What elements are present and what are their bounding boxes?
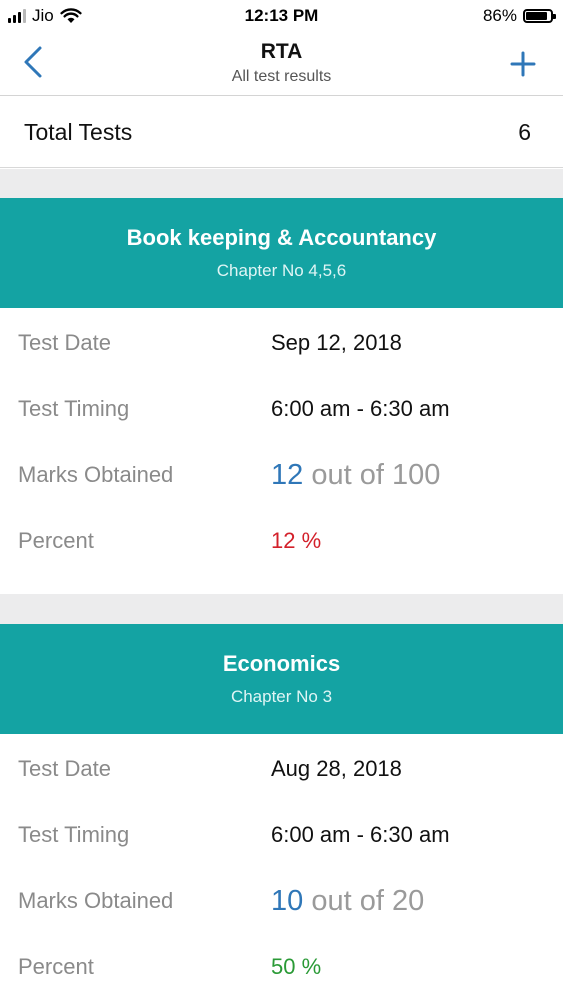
test-date-label: Test Date	[18, 330, 111, 355]
marks-out-of: out of	[311, 885, 384, 917]
test-date-row: Test Date Aug 28, 2018	[0, 734, 563, 800]
test-timing-row: Test Timing 6:00 am - 6:30 am	[0, 374, 563, 440]
navigation-bar: RTA All test results	[0, 34, 563, 96]
test-timing-value: 6:00 am - 6:30 am	[271, 822, 450, 847]
result-card[interactable]: Economics Chapter No 3 Test Date Aug 28,…	[0, 624, 563, 998]
add-button[interactable]	[505, 46, 541, 82]
percent-label: Percent	[18, 954, 94, 979]
percent-label: Percent	[18, 528, 94, 553]
marks-value: 10 out of 20	[271, 885, 424, 918]
total-tests-row: Total Tests 6	[0, 97, 563, 168]
subject-name: Book keeping & Accountancy	[126, 225, 437, 250]
test-date-label: Test Date	[18, 756, 111, 781]
total-tests-label: Total Tests	[24, 119, 133, 145]
percent-value: 12 %	[271, 528, 322, 553]
percent-row: Percent 50 %	[0, 932, 563, 998]
test-timing-value: 6:00 am - 6:30 am	[271, 396, 450, 421]
marks-obtained-row: Marks Obtained 12 out of 100	[0, 440, 563, 506]
test-timing-label: Test Timing	[18, 822, 130, 847]
test-timing-row: Test Timing 6:00 am - 6:30 am	[0, 800, 563, 866]
page-subtitle: All test results	[231, 68, 332, 85]
total-tests-value: 6	[518, 119, 531, 145]
marks-score: 10	[271, 885, 304, 917]
test-date-value: Sep 12, 2018	[271, 330, 402, 355]
section-separator	[0, 594, 563, 624]
test-date-row: Test Date Sep 12, 2018	[0, 308, 563, 374]
section-separator	[0, 169, 563, 198]
marks-obtained-label: Marks Obtained	[18, 462, 174, 487]
status-bar: Jio 12:13 PM 86%	[0, 0, 563, 34]
chapter-info: Chapter No 3	[230, 687, 333, 706]
page-title: RTA	[260, 40, 303, 63]
battery-percent: 86%	[482, 6, 517, 25]
percent-value: 50 %	[271, 954, 322, 979]
subject-name: Economics	[222, 651, 341, 676]
battery-icon	[523, 9, 556, 23]
marks-obtained-label: Marks Obtained	[18, 888, 174, 913]
marks-total: 100	[391, 459, 441, 491]
chapter-info: Chapter No 4,5,6	[216, 261, 347, 280]
result-card-header: Book keeping & Accountancy Chapter No 4,…	[0, 198, 563, 308]
status-right: 86%	[482, 6, 556, 26]
test-timing-label: Test Timing	[18, 396, 130, 421]
marks-obtained-row: Marks Obtained 10 out of 20	[0, 866, 563, 932]
battery-level	[526, 12, 547, 20]
marks-total: 20	[391, 885, 425, 917]
percent-row: Percent 12 %	[0, 506, 563, 572]
plus-icon	[510, 51, 536, 77]
result-card[interactable]: Book keeping & Accountancy Chapter No 4,…	[0, 198, 563, 572]
marks-out-of: out of	[311, 459, 384, 491]
result-card-header: Economics Chapter No 3	[0, 624, 563, 734]
marks-score: 12	[271, 459, 304, 491]
marks-value: 12 out of 100	[271, 459, 440, 492]
status-time: 12:13 PM	[244, 6, 319, 25]
test-date-value: Aug 28, 2018	[271, 756, 402, 781]
screen: Jio 12:13 PM 86% RTA All test results To…	[0, 0, 563, 1000]
